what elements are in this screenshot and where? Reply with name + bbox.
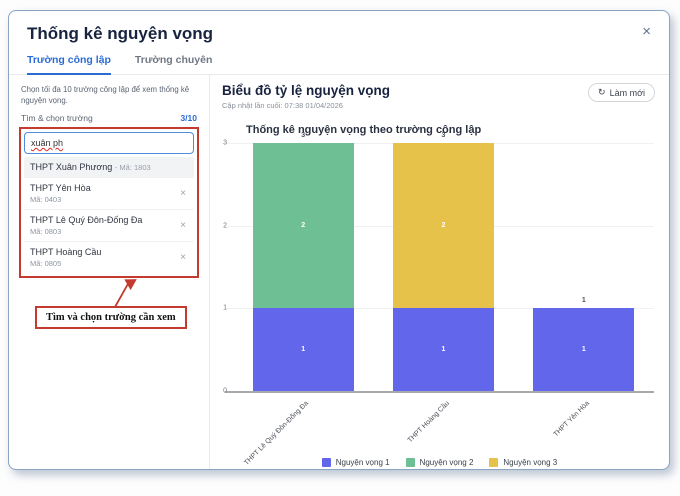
bar-total-label: 3 [253,132,354,139]
refresh-button[interactable]: ↻ Làm mới [588,83,655,102]
refresh-button-label: Làm mới [610,88,645,98]
modal-title: Thống kê nguyện vọng [27,24,213,44]
y-axis-tick-label: 0 [211,388,227,395]
bar-value-label: 1 [442,346,446,353]
y-axis-tick-label: 2 [211,222,227,229]
school-name: THPT Lê Quý Đôn-Đống Đa [30,215,178,225]
bar-segment[interactable]: 1 [393,308,494,391]
tab-truong-chuyen[interactable]: Trường chuyên [135,54,213,74]
statistics-modal: Thống kê nguyện vọng × Trường công lập T… [8,10,670,470]
school-selection-sidebar: Chọn tối đa 10 trường công lập để xem th… [9,75,210,469]
annotation-label: Tìm và chọn trường cần xem [35,306,187,329]
annotation-highlight-box: xuân ph THPT Xuân Phương - Mã: 1803 THPT… [19,127,199,278]
annotation-zone: Tìm và chọn trường cần xem [19,278,199,348]
remove-school-icon[interactable]: × [178,220,188,231]
selection-count-badge: 3/10 [180,113,197,123]
tab-truong-cong-lap[interactable]: Trường công lập [27,54,111,75]
school-code: Mã: 0803 [30,227,178,236]
legend-label: Nguyện vọng 1 [336,458,390,467]
search-input[interactable]: xuân ph [24,132,194,154]
last-updated-text: Cập nhật lần cuối: 07:38 01/04/2026 [222,101,390,110]
selection-instruction: Chọn tối đa 10 trường công lập để xem th… [21,85,199,106]
remove-school-icon[interactable]: × [178,188,188,199]
school-name: THPT Hoàng Cầu [30,247,178,257]
school-code: Mã: 0805 [30,259,178,268]
refresh-icon: ↻ [598,87,606,98]
stacked-bar-chart: 0123123THPT Lê Quý Đôn-Đống Đa123THPT Ho… [210,125,669,467]
y-axis-tick-label: 3 [211,140,227,147]
selected-school-item: THPT Lê Quý Đôn-Đống Đa Mã: 0803 × [24,209,194,241]
bar-total-label: 1 [533,297,634,304]
bar-value-label: 1 [301,346,305,353]
chart-legend: Nguyện vọng 1 Nguyện vọng 2 Nguyện vọng 3 [210,458,669,467]
x-axis-line [225,391,654,393]
chart-panel: Biểu đồ tỷ lệ nguyện vọng Cập nhật lần c… [210,75,669,469]
legend-swatch [406,458,415,467]
legend-swatch [322,458,331,467]
search-label: Tìm & chọn trường [21,113,93,123]
school-code: Mã: 0403 [30,195,178,204]
search-input-value: xuân ph [31,138,63,148]
legend-item[interactable]: Nguyện vọng 1 [322,458,390,467]
modal-header: Thống kê nguyện vọng × Trường công lập T… [9,11,669,75]
legend-item[interactable]: Nguyện vọng 3 [489,458,557,467]
annotation-arrow-icon [19,278,199,308]
selected-school-item: THPT Hoàng Cầu Mã: 0805 × [24,241,194,273]
legend-item[interactable]: Nguyện vọng 2 [406,458,474,467]
remove-school-icon[interactable]: × [178,252,188,263]
bar-segment[interactable]: 2 [393,143,494,308]
bar-value-label: 2 [442,222,446,229]
bar-value-label: 1 [582,346,586,353]
bar-segment[interactable]: 2 [253,143,354,308]
selected-school-item: THPT Yên Hòa Mã: 0403 × [24,177,194,209]
school-name: THPT Yên Hòa [30,183,178,193]
search-suggestion-item[interactable]: THPT Xuân Phương - Mã: 1803 [24,157,194,177]
tabs-bar: Trường công lập Trường chuyên [9,54,669,75]
legend-label: Nguyện vọng 3 [503,458,557,467]
close-icon[interactable]: × [642,24,651,39]
chart-panel-title: Biểu đồ tỷ lệ nguyện vọng [222,83,390,98]
suggestion-school-name: THPT Xuân Phương [30,162,112,172]
legend-swatch [489,458,498,467]
y-axis-tick-label: 1 [211,305,227,312]
bar-total-label: 3 [393,132,494,139]
bar-segment[interactable]: 1 [533,308,634,391]
bar-value-label: 2 [301,222,305,229]
legend-label: Nguyện vọng 2 [420,458,474,467]
bar-segment[interactable]: 1 [253,308,354,391]
suggestion-school-code: - Mã: 1803 [115,163,151,172]
